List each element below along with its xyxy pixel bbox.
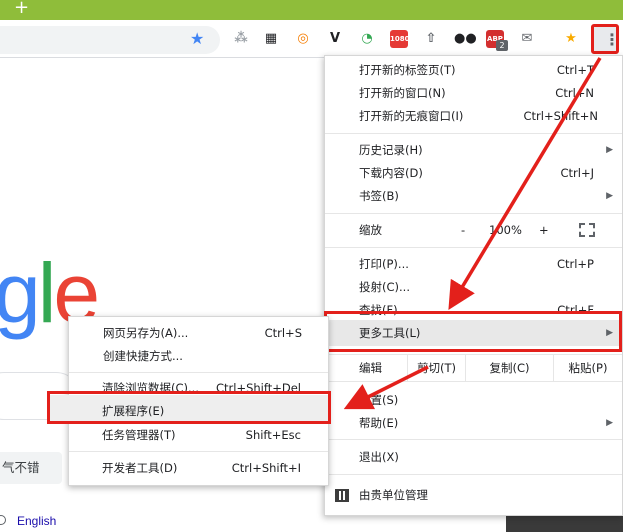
upload-extension-icon[interactable]: ⇧ — [422, 30, 440, 48]
menu-item-label: 由贵单位管理 — [359, 488, 428, 502]
menu-item-label: 下载内容(D) — [359, 166, 423, 180]
language-link-english[interactable]: English — [17, 514, 56, 528]
menu-item-label: 编辑 — [359, 361, 382, 375]
menu-item-shortcut: Ctrl+T — [556, 63, 594, 77]
menu-item-bookmarks[interactable]: 书签(B) ▶ — [325, 185, 622, 208]
menu-item-shortcut: Shift+Esc — [245, 428, 301, 442]
bookmark-star-icon[interactable]: ★ — [190, 28, 204, 50]
menu-item-label: 打开新的标签页(T) — [359, 63, 456, 77]
menu-item-label: 打印(P)... — [359, 257, 409, 271]
language-icon — [0, 515, 6, 525]
sitemap-extension-icon[interactable]: ⁂ — [232, 30, 250, 48]
menu-item-new-window[interactable]: 打开新的窗口(N) Ctrl+N — [325, 82, 622, 105]
new-tab-button[interactable]: + — [14, 0, 29, 18]
menu-item-shortcut: Ctrl+J — [560, 166, 595, 180]
menu-item-label: 书签(B) — [359, 189, 399, 203]
menu-item-settings[interactable]: 设置(S) — [325, 389, 622, 412]
menu-item-cast[interactable]: 投射(C)... — [325, 276, 622, 299]
submenu-arrow-icon: ▶ — [606, 145, 613, 155]
menu-item-history[interactable]: 历史记录(H) ▶ — [325, 139, 622, 162]
menu-item-managed-by-org[interactable]: 由贵单位管理 — [325, 484, 622, 507]
cut-button[interactable]: 剪切(T) — [407, 355, 465, 381]
menu-item-exit[interactable]: 退出(X) — [325, 446, 622, 469]
copy-button[interactable]: 复制(C) — [465, 355, 553, 381]
menu-item-label: 设置(S) — [359, 393, 399, 407]
submenu-arrow-icon: ▶ — [606, 191, 613, 201]
menu-item-shortcut: Ctrl+P — [556, 257, 594, 271]
zoom-level: 100% — [489, 223, 522, 237]
menu-item-new-tab[interactable]: 打开新的标签页(T) Ctrl+T — [325, 59, 622, 82]
owl-extension-icon[interactable]: ●● — [454, 30, 477, 48]
abp-count-badge: 2 — [496, 40, 508, 51]
address-bar[interactable] — [0, 26, 220, 54]
fullscreen-icon[interactable] — [579, 223, 595, 237]
menu-divider — [325, 439, 622, 440]
menu-item-label: 帮助(E) — [359, 416, 399, 430]
menu-item-downloads[interactable]: 下载内容(D) Ctrl+J — [325, 162, 622, 185]
menu-item-print[interactable]: 打印(P)... Ctrl+P — [325, 253, 622, 276]
submenu-item-dev-tools[interactable]: 开发者工具(D) Ctrl+Shift+I — [68, 457, 327, 480]
more-vert-icon: ⋮ — [604, 30, 620, 49]
menu-item-new-incognito[interactable]: 打开新的无痕窗口(I) Ctrl+Shift+N — [325, 105, 622, 128]
puzzle-extension-icon[interactable]: ★ — [562, 30, 580, 48]
speed-gauge-extension-icon[interactable]: ◔ — [358, 30, 376, 48]
menu-item-label: 缩放 — [359, 223, 382, 237]
chrome-menu-button[interactable]: ⋮ — [591, 24, 620, 54]
logo-letter-l: l — [37, 246, 57, 340]
menu-item-edit: 编辑 剪切(T) 复制(C) 粘贴(P) — [325, 355, 622, 381]
building-icon — [335, 489, 349, 502]
submenu-arrow-icon: ▶ — [606, 418, 613, 428]
menu-item-shortcut: Ctrl+Shift+I — [231, 461, 301, 475]
menu-divider — [325, 247, 622, 248]
menu-item-label: 打开新的窗口(N) — [359, 86, 446, 100]
menu-divider — [325, 213, 622, 214]
video-1080-extension-icon[interactable]: 1080 — [390, 30, 409, 48]
zoom-out-button[interactable]: - — [461, 219, 465, 242]
logo-letter-g: g — [0, 246, 41, 340]
menu-item-shortcut: Ctrl+N — [555, 86, 594, 100]
qr-code-extension-icon[interactable]: ▦ — [262, 30, 280, 48]
orange-circle-extension-icon[interactable]: ◎ — [294, 30, 312, 48]
zoom-in-button[interactable]: + — [539, 219, 549, 242]
mail-extension-icon[interactable]: ✉ — [518, 30, 536, 48]
menu-item-label: 历史记录(H) — [359, 143, 423, 157]
menu-divider — [325, 133, 622, 134]
menu-divider — [69, 451, 328, 452]
menu-item-label: 任务管理器(T) — [102, 428, 176, 442]
highlight-box-more-tools — [324, 311, 622, 352]
menu-divider — [325, 474, 622, 475]
chrome-main-menu: 打开新的标签页(T) Ctrl+T 打开新的窗口(N) Ctrl+N 打开新的无… — [324, 55, 623, 516]
menu-item-label: 退出(X) — [359, 450, 399, 464]
menu-item-help[interactable]: 帮助(E) ▶ — [325, 412, 622, 435]
paste-button[interactable]: 粘贴(P) — [553, 355, 622, 381]
menu-item-shortcut: Ctrl+Shift+N — [523, 109, 598, 123]
menu-item-label: 打开新的无痕窗口(I) — [359, 109, 464, 123]
menu-item-zoom: 缩放 - 100% + — [325, 219, 622, 242]
menu-item-label: 开发者工具(D) — [102, 461, 178, 475]
submenu-item-task-manager[interactable]: 任务管理器(T) Shift+Esc — [68, 424, 327, 447]
menu-divider — [325, 381, 622, 382]
highlight-box-extensions — [47, 391, 331, 424]
v-extension-icon[interactable]: V — [326, 30, 344, 48]
menu-item-label: 投射(C)... — [359, 280, 410, 294]
suggestion-chip[interactable]: 气不错 — [0, 452, 62, 484]
tab-strip: + — [0, 0, 623, 20]
